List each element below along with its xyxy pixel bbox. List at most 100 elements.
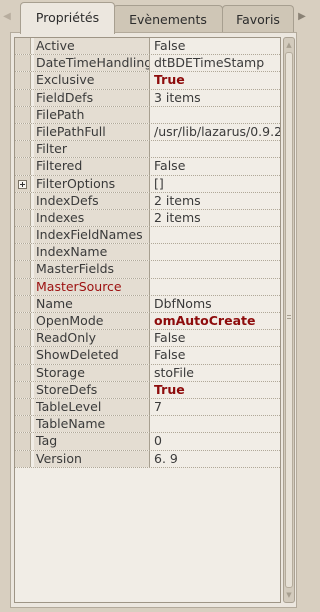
property-row[interactable]: Indexes 2 items xyxy=(15,209,280,228)
property-name[interactable]: ShowDeleted xyxy=(34,347,150,364)
property-row[interactable]: OpenMode omAutoCreate xyxy=(15,313,280,331)
property-row[interactable]: DateTimeHandling dtBDETimeStamp xyxy=(15,55,280,73)
row-gutter xyxy=(15,330,31,347)
property-name[interactable]: Storage xyxy=(34,364,150,381)
property-name[interactable]: Tag xyxy=(34,433,150,450)
property-row[interactable]: Version 6. 9 xyxy=(15,450,280,468)
property-name[interactable]: IndexName xyxy=(34,244,150,261)
property-row[interactable]: Exclusive True xyxy=(15,72,280,90)
tab-evenements[interactable]: Evènements xyxy=(113,5,223,33)
property-row[interactable]: StoreDefs True xyxy=(15,381,280,399)
property-value[interactable] xyxy=(152,279,280,295)
property-value[interactable] xyxy=(152,107,280,123)
property-row[interactable]: Name DbfNoms xyxy=(15,295,280,313)
property-name[interactable]: Exclusive xyxy=(34,72,150,89)
property-row[interactable]: IndexName xyxy=(15,244,280,262)
property-row[interactable]: Storage stoFile xyxy=(15,364,280,382)
vertical-scrollbar[interactable]: ▲ ▼ xyxy=(283,37,295,603)
property-name[interactable]: Filter xyxy=(34,141,150,158)
property-value[interactable]: /usr/lib/lazarus/0.9.2 xyxy=(152,124,280,140)
row-gutter xyxy=(15,175,31,192)
property-name[interactable]: IndexDefs xyxy=(34,192,150,209)
property-name[interactable]: OpenMode xyxy=(34,313,150,330)
tab-favoris[interactable]: Favoris xyxy=(222,5,294,33)
property-name[interactable]: TableLevel xyxy=(34,398,150,416)
expand-plus-icon[interactable] xyxy=(18,179,27,189)
property-row[interactable]: IndexDefs 2 items xyxy=(15,192,280,210)
tab-proprietes[interactable]: Propriétés xyxy=(20,2,115,34)
property-row[interactable]: TableLevel 7 xyxy=(15,398,280,417)
property-row[interactable]: Tag 0 xyxy=(15,433,280,451)
property-value[interactable]: False xyxy=(152,158,280,174)
property-value[interactable]: 2 items xyxy=(152,210,280,226)
property-row[interactable]: MasterFields xyxy=(15,261,280,279)
property-name[interactable]: FilterOptions xyxy=(34,175,150,192)
property-value[interactable]: True xyxy=(152,72,280,88)
property-grid: Active False DateTimeHandling dtBDETimeStam… xyxy=(14,37,281,603)
property-value[interactable]: omAutoCreate xyxy=(152,313,280,329)
property-row[interactable]: TableName xyxy=(15,416,280,434)
property-value[interactable]: [] xyxy=(152,176,280,192)
row-gutter xyxy=(15,106,31,123)
property-name[interactable]: Name xyxy=(34,295,150,312)
property-value[interactable] xyxy=(152,141,280,157)
property-value[interactable] xyxy=(152,244,280,260)
property-name[interactable]: FieldDefs xyxy=(34,89,150,106)
row-gutter xyxy=(15,295,31,312)
property-value[interactable]: 0 xyxy=(152,433,280,449)
property-value[interactable]: 2 items xyxy=(152,193,280,209)
property-name[interactable]: Active xyxy=(34,38,150,55)
scroll-down-icon[interactable]: ▼ xyxy=(284,589,294,601)
row-gutter xyxy=(15,261,31,278)
row-gutter xyxy=(15,141,31,158)
property-row[interactable]: IndexFieldNames xyxy=(15,227,280,245)
tab-scroll-right-icon[interactable]: ▶ xyxy=(297,8,307,26)
property-row[interactable]: FilterOptions[] xyxy=(15,175,280,193)
property-name[interactable]: Indexes xyxy=(34,209,150,227)
row-gutter xyxy=(15,72,31,89)
property-value[interactable]: dtBDETimeStamp xyxy=(152,55,280,71)
scrollbar-thumb[interactable] xyxy=(285,52,293,588)
thumb-grip xyxy=(287,315,291,316)
property-row[interactable]: FilePath xyxy=(15,106,280,124)
row-gutter xyxy=(15,347,31,364)
row-gutter xyxy=(15,416,31,433)
tab-scroll-left-icon[interactable]: ◀ xyxy=(2,8,12,26)
property-value[interactable]: 7 xyxy=(152,399,280,415)
property-name[interactable]: MasterSource xyxy=(34,278,150,295)
property-name[interactable]: IndexFieldNames xyxy=(34,227,150,244)
property-row[interactable]: FieldDefs 3 items xyxy=(15,89,280,107)
property-value[interactable] xyxy=(152,416,280,432)
property-name[interactable]: MasterFields xyxy=(34,261,150,278)
property-value[interactable] xyxy=(152,261,280,277)
row-gutter xyxy=(15,89,31,106)
property-row[interactable]: ShowDeleted False xyxy=(15,347,280,365)
property-value[interactable] xyxy=(152,227,280,243)
property-name[interactable]: FilePathFull xyxy=(34,123,150,141)
property-value[interactable]: True xyxy=(152,382,280,398)
property-value[interactable]: False xyxy=(152,330,280,346)
property-row[interactable]: MasterSource xyxy=(15,278,280,296)
property-row[interactable]: ReadOnly False xyxy=(15,330,280,348)
property-row[interactable]: Filter xyxy=(15,141,280,159)
row-gutter xyxy=(15,364,31,381)
property-name[interactable]: DateTimeHandling xyxy=(34,55,150,72)
property-row[interactable]: Active False xyxy=(15,38,280,56)
row-gutter xyxy=(15,55,31,72)
property-name[interactable]: TableName xyxy=(34,416,150,433)
property-name[interactable]: Version xyxy=(34,450,150,467)
property-name[interactable]: Filtered xyxy=(34,158,150,175)
scroll-up-icon[interactable]: ▲ xyxy=(284,39,294,51)
property-value[interactable]: False xyxy=(152,347,280,363)
property-row[interactable]: Filtered False xyxy=(15,158,280,176)
property-value[interactable]: DbfNoms xyxy=(152,296,280,312)
property-value[interactable]: stoFile xyxy=(152,365,280,381)
property-row[interactable]: FilePathFull/usr/lib/lazarus/0.9.2 xyxy=(15,123,280,142)
property-name[interactable]: StoreDefs xyxy=(34,381,150,398)
property-value[interactable]: False xyxy=(152,38,280,54)
property-value[interactable]: 3 items xyxy=(152,90,280,106)
property-value[interactable]: 6. 9 xyxy=(152,451,280,467)
property-name[interactable]: FilePath xyxy=(34,106,150,123)
row-gutter xyxy=(15,381,31,398)
property-name[interactable]: ReadOnly xyxy=(34,330,150,347)
